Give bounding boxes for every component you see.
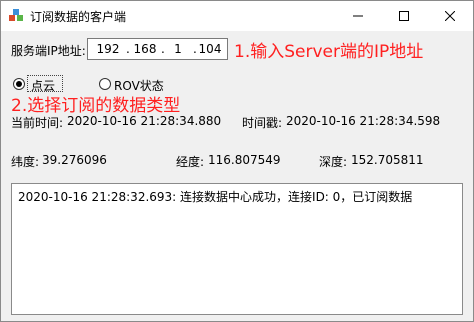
- ip-separator: .: [126, 42, 130, 56]
- ip-octet-2[interactable]: 168: [133, 42, 157, 56]
- annotation-step2: 2.选择订阅的数据类型: [11, 96, 181, 116]
- ip-separator: .: [161, 42, 165, 56]
- ip-octet-1[interactable]: 192: [96, 42, 120, 56]
- maximize-icon: [399, 11, 409, 21]
- app-icon: [8, 7, 24, 23]
- app-window: 订阅数据的客户端 服务端IP地址: 192 . 168 . 1 . 104 1.…: [0, 0, 474, 322]
- latitude-label: 纬度:: [11, 155, 40, 169]
- depth-value: 152.705811: [351, 153, 424, 167]
- current-time-label: 当前时间:: [11, 116, 64, 130]
- minimize-button[interactable]: [335, 1, 381, 31]
- close-icon: [445, 11, 455, 21]
- radio-button[interactable]: [13, 78, 25, 90]
- current-time-value: 2020-10-16 21:28:34.880: [67, 114, 222, 128]
- title-bar[interactable]: 订阅数据的客户端: [1, 1, 473, 31]
- minimize-icon: [353, 15, 363, 17]
- server-ip-label: 服务端IP地址:: [11, 44, 86, 58]
- latitude-value: 39.276096: [42, 153, 107, 167]
- log-textbox[interactable]: 2020-10-16 21:28:32.693: 连接数据中心成功，连接ID: …: [11, 183, 463, 315]
- ip-octet-3[interactable]: 1: [166, 42, 190, 56]
- longitude-value: 116.807549: [208, 153, 281, 167]
- longitude-label: 经度:: [176, 155, 205, 169]
- ip-octet-4[interactable]: 104: [198, 42, 222, 56]
- maximize-button[interactable]: [381, 1, 427, 31]
- close-button[interactable]: [427, 1, 473, 31]
- depth-label: 深度:: [319, 155, 348, 169]
- client-area: 服务端IP地址: 192 . 168 . 1 . 104 1.输入Server端…: [1, 31, 473, 321]
- radio-button[interactable]: [99, 78, 111, 90]
- timestamp-label: 时间戳:: [242, 116, 283, 130]
- annotation-step1: 1.输入Server端的IP地址: [234, 42, 424, 62]
- timestamp-value: 2020-10-16 21:28:34.598: [286, 114, 441, 128]
- server-ip-input[interactable]: 192 . 168 . 1 . 104: [87, 38, 228, 60]
- log-line: 2020-10-16 21:28:32.693: 连接数据中心成功，连接ID: …: [18, 190, 413, 204]
- window-title: 订阅数据的客户端: [30, 10, 127, 24]
- ip-separator: .: [193, 42, 197, 56]
